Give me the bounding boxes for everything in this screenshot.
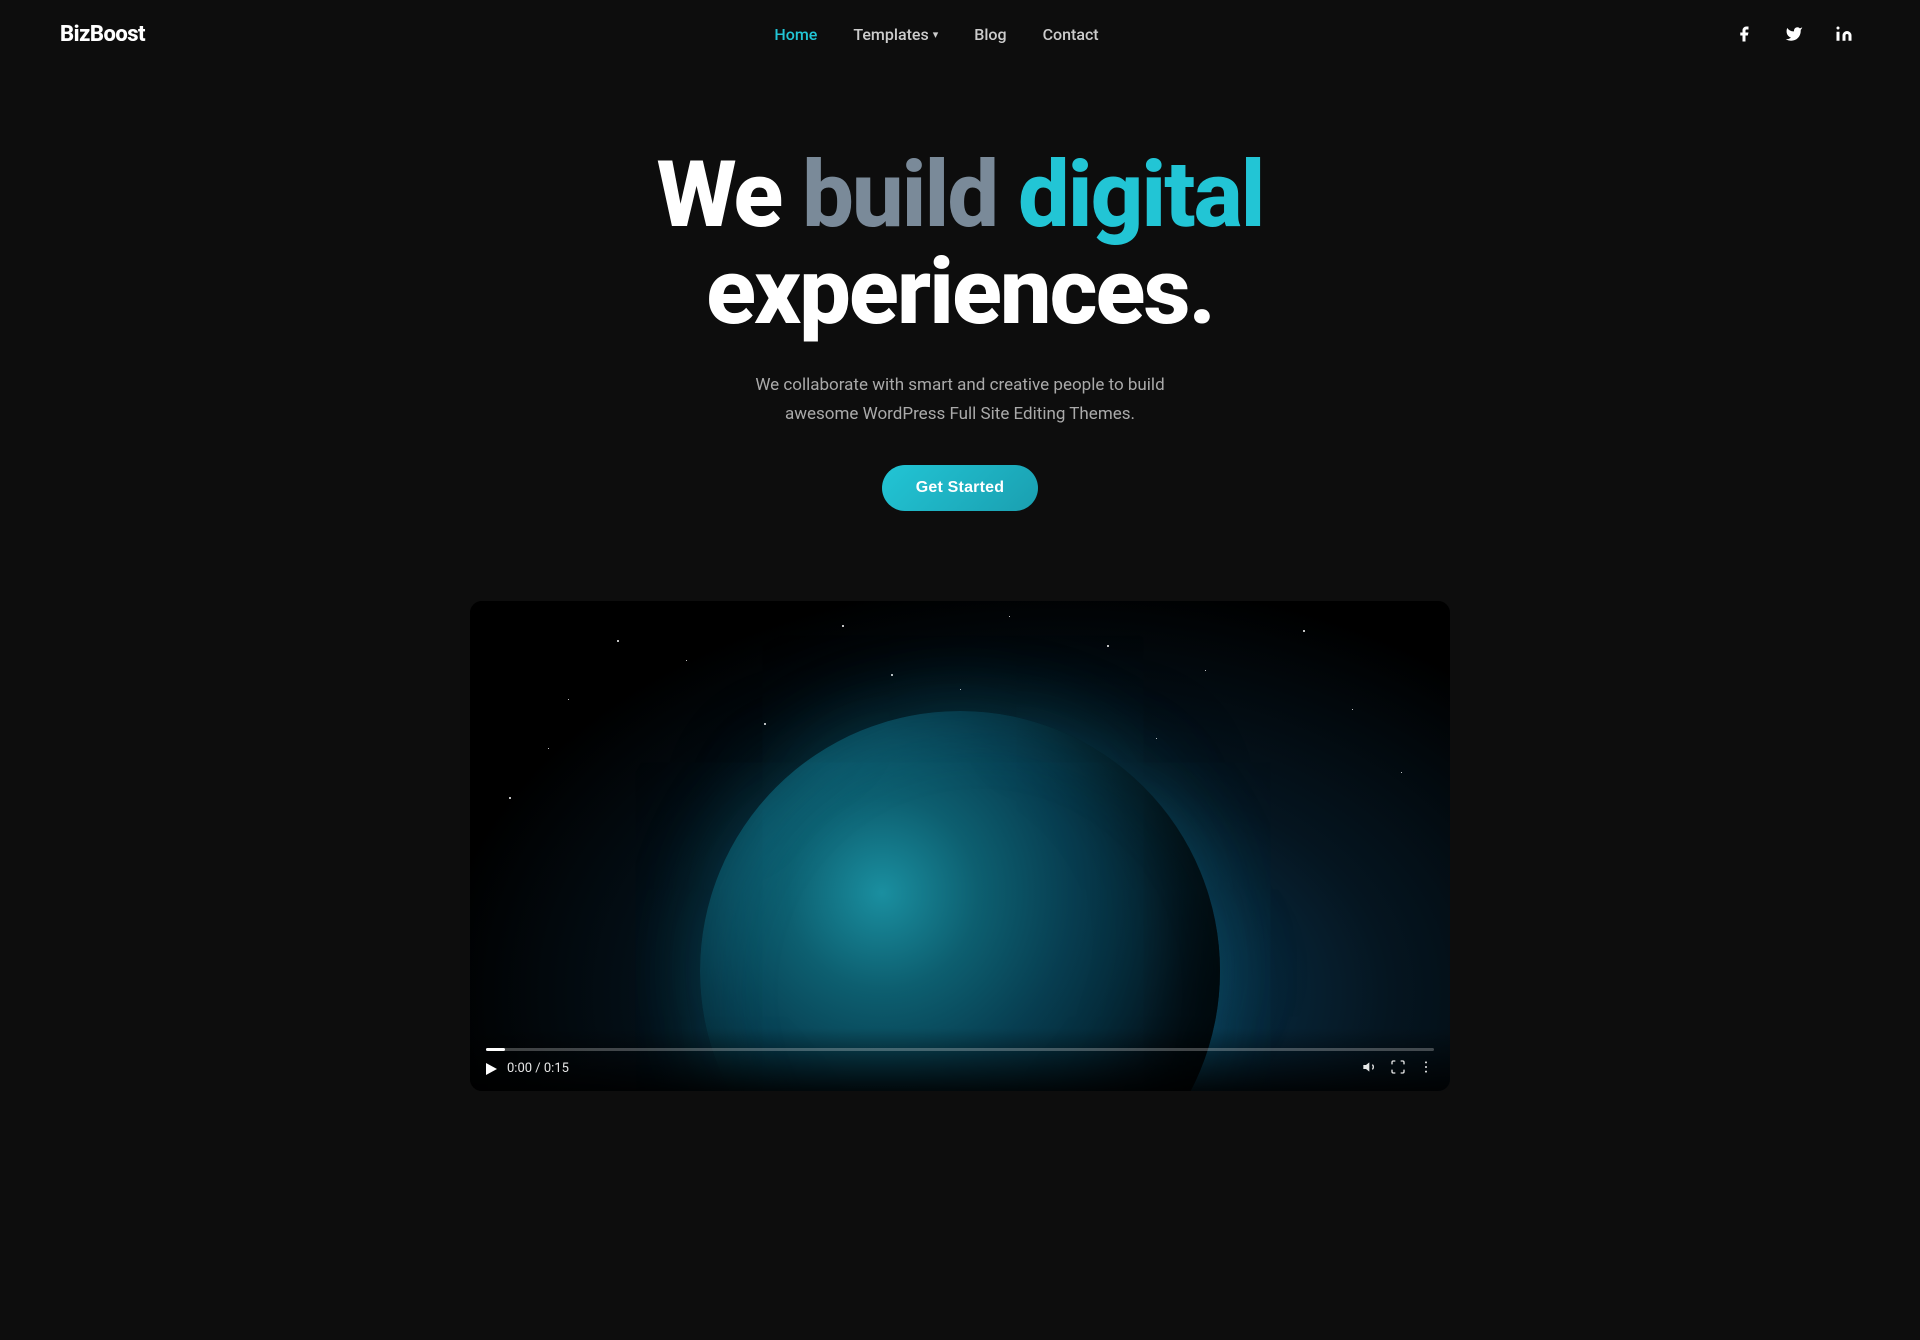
nav-item-contact[interactable]: Contact <box>1043 25 1099 44</box>
hero-section: We build digital experiences. We collabo… <box>0 68 1920 561</box>
video-progress-bar[interactable] <box>486 1048 1434 1051</box>
video-controls: 0:00 / 0:15 <box>470 1028 1450 1091</box>
video-time: 0:00 / 0:15 <box>507 1061 569 1076</box>
planet-visual <box>680 711 1240 1031</box>
fullscreen-icon[interactable] <box>1390 1059 1406 1079</box>
get-started-button[interactable]: Get Started <box>882 465 1038 511</box>
volume-icon[interactable] <box>1362 1059 1378 1079</box>
video-controls-row: 0:00 / 0:15 <box>486 1059 1434 1079</box>
nav-link-home[interactable]: Home <box>774 25 817 44</box>
more-options-icon[interactable] <box>1418 1059 1434 1079</box>
video-controls-left: 0:00 / 0:15 <box>486 1061 569 1076</box>
twitter-icon[interactable] <box>1778 18 1810 50</box>
video-section: 0:00 / 0:15 <box>470 601 1450 1091</box>
nav-link-templates[interactable]: Templates <box>853 25 928 44</box>
play-button[interactable] <box>486 1063 497 1075</box>
video-progress-fill <box>486 1048 505 1051</box>
hero-title-we: We <box>656 142 802 249</box>
nav-item-templates[interactable]: Templates ▾ <box>853 25 938 44</box>
nav-item-blog[interactable]: Blog <box>974 25 1006 44</box>
social-links <box>1728 18 1860 50</box>
hero-title: We build digital experiences. <box>20 148 1900 341</box>
hero-subtitle: We collaborate with smart and creative p… <box>710 371 1210 429</box>
nav-item-home[interactable]: Home <box>774 25 817 44</box>
video-controls-right <box>1362 1059 1434 1079</box>
video-frame <box>470 601 1450 1091</box>
nav-links: Home Templates ▾ Blog Contact <box>774 25 1098 44</box>
navbar: BizBoost Home Templates ▾ Blog Contact <box>0 0 1920 68</box>
facebook-icon[interactable] <box>1728 18 1760 50</box>
brand-logo[interactable]: BizBoost <box>60 22 145 47</box>
hero-title-build: build <box>802 142 997 249</box>
nav-link-blog[interactable]: Blog <box>974 25 1006 44</box>
chevron-down-icon: ▾ <box>933 28 939 41</box>
nav-link-contact[interactable]: Contact <box>1043 25 1099 44</box>
hero-title-digital: digital <box>997 142 1263 249</box>
hero-title-experiences: experiences. <box>706 239 1214 346</box>
linkedin-icon[interactable] <box>1828 18 1860 50</box>
